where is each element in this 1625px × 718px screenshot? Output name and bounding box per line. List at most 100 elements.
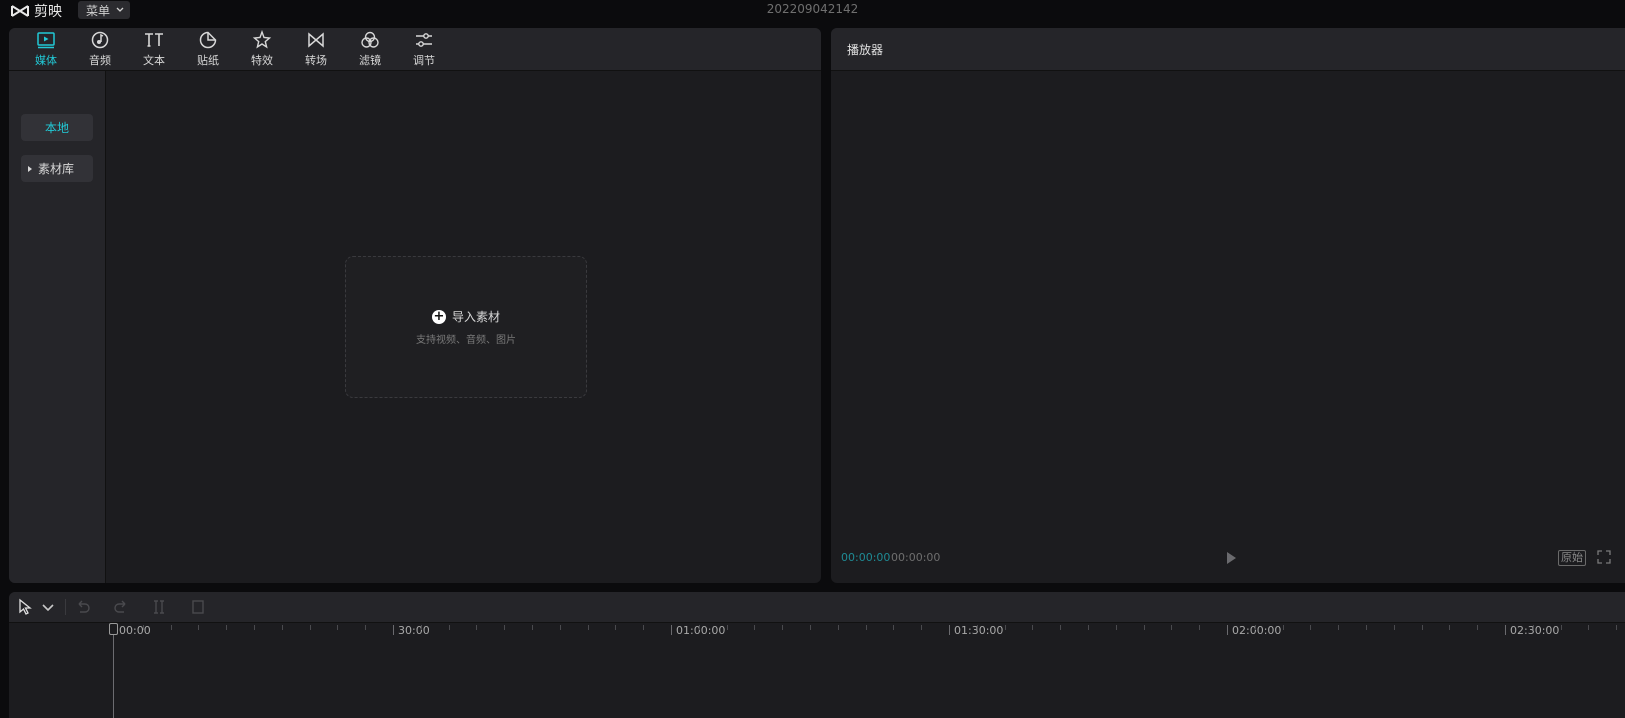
ruler-minor-tick (1199, 625, 1201, 630)
tab-adjust[interactable]: 调节 (397, 28, 451, 70)
undo-button[interactable] (74, 598, 92, 616)
tab-sticker[interactable]: 贴纸 (181, 28, 235, 70)
import-label: 导入素材 (451, 310, 500, 324)
top-bar: 剪映 菜单 202209042142 (0, 0, 1625, 20)
ruler-minor-tick (754, 625, 756, 630)
adjust-icon (416, 33, 432, 47)
ruler-minor-tick (698, 625, 700, 630)
ruler-minor-tick (1088, 625, 1089, 630)
ruler-minor-tick (1532, 625, 1534, 630)
ruler-label: 02:30:00 (1510, 624, 1560, 637)
text-icon (145, 33, 163, 47)
ruler-minor-tick (142, 625, 144, 630)
ruler-minor-tick (865, 625, 867, 630)
ruler-minor-tick (1616, 625, 1618, 630)
ruler-minor-tick (1032, 625, 1034, 630)
ruler-minor-tick (1338, 625, 1340, 630)
ruler-minor-tick (226, 625, 228, 630)
ruler-minor-tick (1477, 625, 1479, 630)
current-timecode: 00:00:00 (841, 551, 891, 564)
delete-icon (192, 600, 204, 614)
ruler-minor-tick (337, 625, 339, 630)
ruler-minor-tick (559, 625, 561, 630)
ratio-button[interactable]: 原始 (1558, 550, 1586, 566)
ruler-minor-tick (281, 625, 283, 630)
project-title: 202209042142 (766, 2, 859, 16)
tab-label: 贴纸 (197, 54, 219, 67)
media-panel: 媒体 音频 文本 贴纸 特效 转场 滤镜 调节 本地 素材库 + 导入素材 支持… (9, 28, 821, 583)
plus-icon: + (431, 308, 446, 324)
import-dropzone[interactable]: + 导入素材 支持视频、音频、图片 (345, 256, 587, 398)
ruler-minor-tick (420, 625, 422, 630)
ruler-minor-tick (254, 625, 255, 630)
sidebar-item-library[interactable]: 素材库 (21, 155, 93, 182)
ruler-minor-tick (1004, 625, 1006, 630)
ruler-minor-tick (309, 625, 311, 630)
player-header: 播放器 (831, 28, 1625, 71)
ruler-minor-tick (532, 625, 533, 630)
ruler-minor-tick (921, 625, 923, 630)
tab-label: 媒体 (35, 54, 57, 67)
tab-media[interactable]: 媒体 (19, 28, 73, 70)
split-button[interactable] (150, 598, 168, 616)
filter-icon (361, 31, 379, 48)
total-timecode: 00:00:00 (891, 551, 941, 564)
effects-icon (252, 30, 272, 49)
ruler-minor-tick (1560, 625, 1562, 630)
ruler-minor-tick (1171, 625, 1173, 630)
ruler-minor-tick (1310, 625, 1312, 630)
ruler-minor-tick (1143, 625, 1145, 630)
ruler-minor-tick (1421, 625, 1423, 630)
ruler-minor-tick (1060, 625, 1062, 630)
tab-filter[interactable]: 滤镜 (343, 28, 397, 70)
select-tool-button[interactable] (17, 598, 35, 616)
timeline-toolbar (9, 592, 1625, 623)
ruler-major-tick (1227, 625, 1228, 635)
player-title: 播放器 (847, 43, 884, 57)
tab-label: 滤镜 (359, 54, 381, 67)
player-controls: 00:00:00 00:00:00 原始 (831, 548, 1625, 568)
tab-effects[interactable]: 特效 (235, 28, 289, 70)
ruler-minor-tick (726, 625, 728, 630)
timeline-ruler[interactable]: 00:00 30:00 01:00:00 01:30:00 02:00:00 0… (9, 623, 1625, 645)
media-tabs: 媒体 音频 文本 贴纸 特效 转场 滤镜 调节 (9, 28, 821, 71)
ruler-minor-tick (1393, 625, 1395, 630)
tab-audio[interactable]: 音频 (73, 28, 127, 70)
ruler-minor-tick (1588, 625, 1590, 630)
media-icon (37, 32, 55, 49)
ruler-minor-tick (1115, 625, 1117, 630)
undo-icon (78, 600, 90, 613)
ruler-major-tick (949, 625, 950, 635)
ruler-minor-tick (587, 625, 589, 630)
sticker-icon (199, 31, 217, 49)
ruler-minor-tick (837, 625, 839, 630)
tab-transition[interactable]: 转场 (289, 28, 343, 70)
playhead[interactable] (113, 625, 114, 718)
ruler-minor-tick (365, 625, 367, 630)
ruler-major-tick (1505, 625, 1506, 635)
ruler-minor-tick (893, 625, 895, 630)
audio-icon (91, 31, 109, 49)
chevron-down-icon (42, 604, 54, 612)
ruler-label: 02:00:00 (1232, 624, 1282, 637)
ruler-minor-tick (782, 625, 784, 630)
fullscreen-icon[interactable] (1597, 550, 1611, 564)
ruler-major-tick (393, 625, 394, 635)
ruler-label: 01:30:00 (954, 624, 1004, 637)
redo-button[interactable] (112, 598, 130, 616)
import-button[interactable]: + 导入素材 (431, 308, 500, 325)
ruler-minor-tick (1254, 625, 1256, 630)
tab-label: 文本 (143, 54, 165, 67)
sidebar-item-local[interactable]: 本地 (21, 114, 93, 141)
ruler-label: 01:00:00 (676, 624, 726, 637)
media-sidebar: 本地 素材库 (9, 71, 106, 583)
tab-text[interactable]: 文本 (127, 28, 181, 70)
player-panel: 播放器 00:00:00 00:00:00 原始 (831, 28, 1625, 583)
delete-button[interactable] (189, 598, 207, 616)
ruler-major-tick (671, 625, 672, 635)
play-icon[interactable] (1223, 550, 1239, 566)
playhead-handle[interactable] (109, 623, 118, 635)
select-tool-dropdown[interactable] (39, 598, 54, 616)
sidebar-item-label: 本地 (44, 121, 69, 135)
ruler-minor-tick (170, 625, 172, 630)
